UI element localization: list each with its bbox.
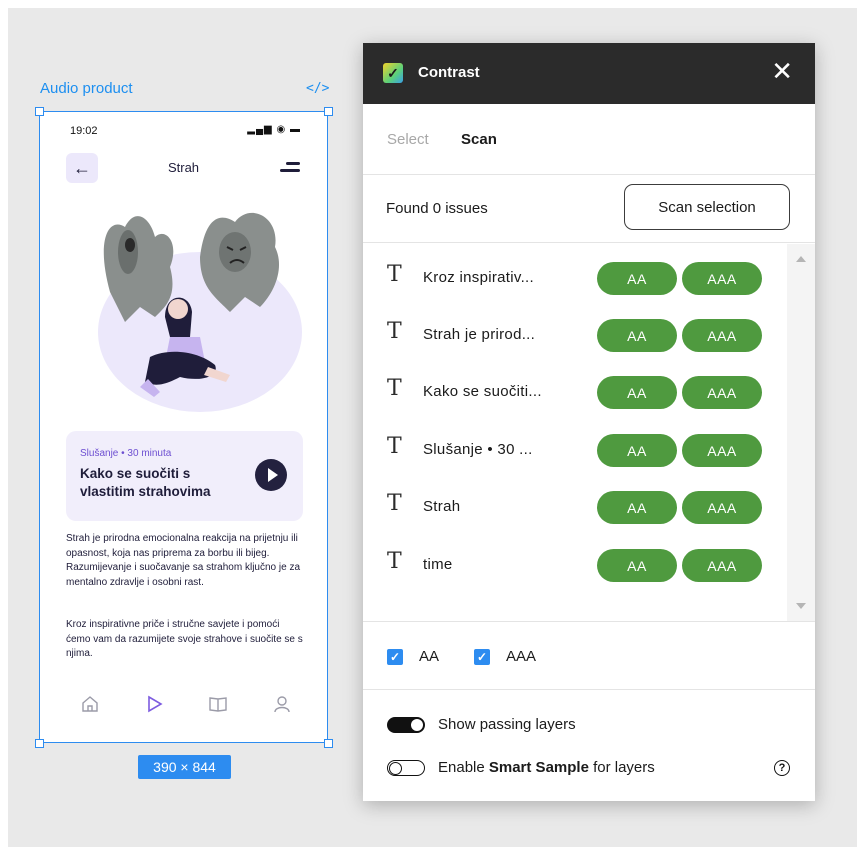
text-layer-icon: T <box>387 319 402 344</box>
aa-pass-badge: AA <box>597 376 677 409</box>
panel-header: ✓ Contrast ✕ <box>363 43 815 104</box>
audio-card[interactable]: Slušanje • 30 minuta Kako se suočiti s v… <box>66 431 303 521</box>
aaa-pass-badge: AAA <box>682 262 762 295</box>
list-item[interactable]: T time AA AAA <box>363 545 783 585</box>
text-layer-icon: T <box>387 376 402 401</box>
bottom-tabbar <box>66 692 306 716</box>
status-time: 19:02 <box>70 125 98 137</box>
book-icon[interactable] <box>208 694 228 714</box>
aa-checkbox-label: AA <box>419 648 440 665</box>
show-passing-label: Show passing layers <box>438 716 576 733</box>
resize-handle-br[interactable] <box>324 739 333 748</box>
scroll-down-icon[interactable] <box>796 603 806 609</box>
aa-pass-badge: AA <box>597 549 677 582</box>
text-layer-icon: T <box>387 434 402 459</box>
aa-pass-badge: AA <box>597 262 677 295</box>
smart-sample-toggle[interactable] <box>387 760 425 776</box>
fear-illustration <box>98 212 302 412</box>
card-title: Kako se suočiti s vlastitim strahovima <box>80 466 211 499</box>
aa-pass-badge: AA <box>597 434 677 467</box>
frame-label[interactable]: Audio product <box>40 80 133 97</box>
layer-name: Kroz inspirativ... <box>423 269 534 286</box>
list-item[interactable]: T Strah AA AAA <box>363 487 783 527</box>
text-layer-icon: T <box>387 491 402 516</box>
smart-sample-suffix: for layers <box>588 759 655 776</box>
play-icon <box>267 468 278 482</box>
layer-name: Slušanje • 30 ... <box>423 441 533 458</box>
menu-icon[interactable] <box>280 162 300 174</box>
layer-name: Strah je prirod... <box>423 326 536 343</box>
list-item[interactable]: T Slušanje • 30 ... AA AAA <box>363 430 783 470</box>
aaa-pass-badge: AAA <box>682 319 762 352</box>
body-paragraph-2: Kroz inspirativne priče i stručne savjet… <box>66 619 303 659</box>
aaa-pass-badge: AAA <box>682 491 762 524</box>
size-badge: 390 × 844 <box>138 755 231 779</box>
layer-name: Kako se suočiti... <box>423 383 542 400</box>
aa-pass-badge: AA <box>597 319 677 352</box>
aaa-pass-badge: AAA <box>682 376 762 409</box>
aaa-pass-badge: AAA <box>682 549 762 582</box>
aa-pass-badge: AA <box>597 491 677 524</box>
aaa-checkbox-label: AAA <box>506 648 537 665</box>
contrast-logo-icon: ✓ <box>383 63 403 83</box>
text-layer-icon: T <box>387 262 402 287</box>
list-item[interactable]: T Strah je prirod... AA AAA <box>363 315 783 355</box>
scrollbar[interactable] <box>787 244 815 621</box>
contrast-plugin-panel: ✓ Contrast ✕ Select Scan Found 0 issues … <box>363 43 815 801</box>
list-item[interactable]: T Kroz inspirativ... AA AAA <box>363 258 783 298</box>
play-button[interactable] <box>255 459 287 491</box>
close-button[interactable]: ✕ <box>771 59 793 85</box>
scroll-up-icon[interactable] <box>796 256 806 262</box>
show-passing-toggle[interactable] <box>387 717 425 733</box>
aa-checkbox[interactable]: ✓ <box>387 649 403 665</box>
layer-name: time <box>423 556 453 573</box>
home-icon[interactable] <box>80 694 100 714</box>
text-layer-icon: T <box>387 549 402 574</box>
card-meta: Slušanje • 30 minuta <box>80 448 172 459</box>
resize-handle-bl[interactable] <box>35 739 44 748</box>
list-item[interactable]: T Kako se suočiti... AA AAA <box>363 372 783 412</box>
smart-sample-bold: Smart Sample <box>488 759 589 776</box>
smart-sample-prefix: Enable <box>438 759 489 776</box>
code-icon[interactable]: </> <box>306 81 329 96</box>
mode-tabs: Select Scan <box>363 104 815 175</box>
profile-icon[interactable] <box>272 694 292 714</box>
issues-list: T Kroz inspirativ... AA AAA T Strah je p… <box>363 244 815 622</box>
scan-selection-button[interactable]: Scan selection <box>624 184 790 230</box>
layer-name: Strah <box>423 498 461 515</box>
resize-handle-tl[interactable] <box>35 107 44 116</box>
status-icons: ▂▄▆ ◉ ▬ <box>247 124 301 135</box>
phone-frame[interactable]: 19:02 ▂▄▆ ◉ ▬ ← Strah Slušanje • 30 minu… <box>39 111 328 743</box>
found-issues-text: Found 0 issues <box>386 200 488 217</box>
resize-handle-tr[interactable] <box>324 107 333 116</box>
smart-sample-label: Enable Smart Sample for layers <box>438 759 655 776</box>
help-icon[interactable]: ? <box>774 760 790 776</box>
aaa-pass-badge: AAA <box>682 434 762 467</box>
play-icon[interactable] <box>144 694 164 714</box>
body-paragraph-1: Strah je prirodna emocionalna reakcija n… <box>66 533 301 588</box>
level-filters: ✓ AA ✓ AAA <box>363 623 815 690</box>
panel-title: Contrast <box>418 64 480 81</box>
aaa-checkbox[interactable]: ✓ <box>474 649 490 665</box>
tab-scan[interactable]: Scan <box>461 131 497 148</box>
tab-select[interactable]: Select <box>387 131 429 148</box>
